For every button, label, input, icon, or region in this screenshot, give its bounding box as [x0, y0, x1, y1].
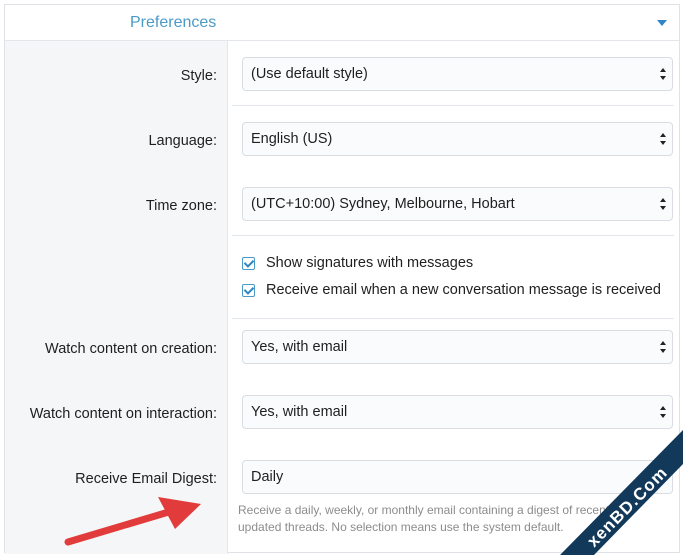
watch-interaction-select[interactable]: Yes, with email: [242, 395, 673, 429]
style-label: Style:: [180, 68, 217, 84]
email-digest-label: Receive Email Digest:: [75, 471, 217, 487]
watch-creation-select-value: Yes, with email: [251, 339, 348, 355]
language-label: Language:: [148, 133, 217, 149]
watch-interaction-select-value: Yes, with email: [251, 404, 348, 420]
receive-email-checkbox[interactable]: [242, 284, 255, 297]
watch-interaction-label: Watch content on interaction:: [29, 406, 217, 422]
style-select-value: (Use default style): [251, 66, 368, 82]
divider: [232, 235, 674, 236]
svg-text:xenBD.Com: xenBD.Com: [583, 463, 671, 551]
style-select[interactable]: (Use default style): [242, 57, 673, 91]
xenbd-watermark-logo: xenBD.Com: [560, 430, 683, 555]
divider: [232, 105, 674, 106]
select-arrows-icon: [660, 198, 666, 210]
time-zone-select-value: (UTC+10:00) Sydney, Melbourne, Hobart: [251, 196, 515, 212]
red-arrow-annotation: [64, 497, 201, 546]
select-arrows-icon: [660, 406, 666, 418]
email-digest-select-value: Daily: [251, 469, 284, 485]
select-arrows-icon: [660, 68, 666, 80]
collapse-caret-icon[interactable]: [657, 20, 667, 26]
time-zone-label: Time zone:: [145, 198, 217, 214]
watch-creation-label: Watch content on creation:: [45, 341, 217, 357]
watch-creation-select[interactable]: Yes, with email: [242, 330, 673, 364]
show-signatures-checkbox[interactable]: [242, 257, 255, 270]
select-arrows-icon: [660, 133, 666, 145]
time-zone-select[interactable]: (UTC+10:00) Sydney, Melbourne, Hobart: [242, 187, 673, 221]
preferences-header[interactable]: Preferences: [5, 5, 679, 41]
show-signatures-label: Show signatures with messages: [266, 255, 474, 271]
language-select[interactable]: English (US): [242, 122, 673, 156]
section-title: Preferences: [130, 14, 217, 31]
select-arrows-icon: [660, 341, 666, 353]
language-select-value: English (US): [251, 131, 333, 147]
receive-email-label: Receive email when a new conversation me…: [266, 282, 661, 298]
divider: [232, 318, 674, 319]
